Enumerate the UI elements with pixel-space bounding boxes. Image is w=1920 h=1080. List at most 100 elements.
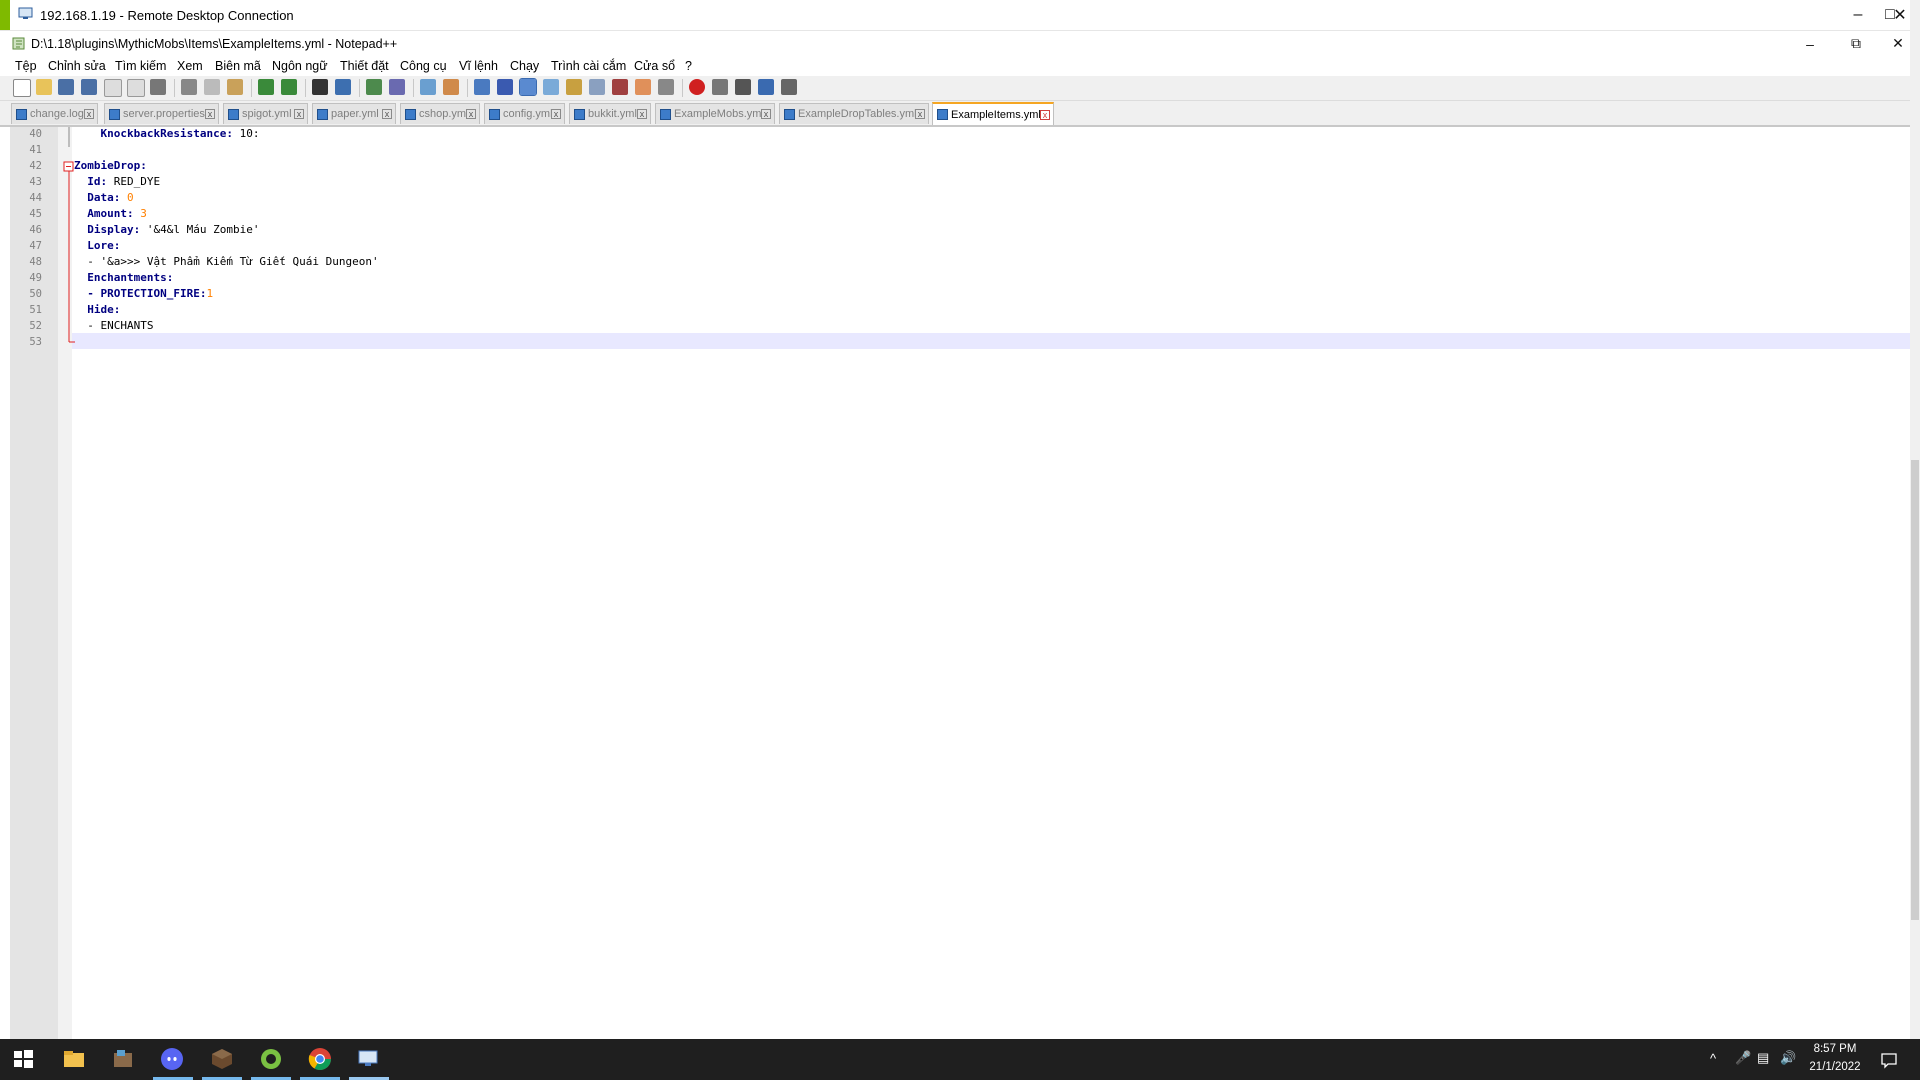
show-all-chars-icon[interactable] bbox=[497, 79, 513, 95]
close-tab-icon[interactable]: x bbox=[761, 109, 771, 119]
discord-icon[interactable] bbox=[160, 1047, 184, 1071]
menu-edit[interactable]: Chỉnh sửa bbox=[48, 59, 106, 73]
redo-icon[interactable] bbox=[281, 79, 297, 95]
clock-date[interactable]: 21/1/2022 bbox=[1800, 1061, 1870, 1073]
copy-icon[interactable] bbox=[204, 79, 220, 95]
close-tab-icon[interactable]: x bbox=[382, 109, 392, 119]
code-line[interactable]: Lore: bbox=[74, 239, 120, 252]
code-line[interactable]: - ENCHANTS bbox=[74, 319, 153, 332]
close-tab-icon[interactable]: x bbox=[637, 109, 647, 119]
code-line[interactable]: ZombieDrop: bbox=[74, 159, 147, 172]
scrollbar-thumb[interactable] bbox=[1911, 460, 1919, 920]
microphone-icon[interactable]: 🎤 bbox=[1735, 1050, 1751, 1066]
code-line[interactable]: - '&a>>> Vật Phẩm Kiếm Từ Giết Quái Dung… bbox=[74, 255, 378, 268]
tab-example-items[interactable]: ExampleItems.yml x bbox=[932, 102, 1054, 125]
close-tab-icon[interactable]: x bbox=[466, 109, 476, 119]
menu-window[interactable]: Cửa sổ bbox=[634, 59, 675, 73]
yaml-key: ZombieDrop: bbox=[74, 159, 147, 172]
line-number: 45 bbox=[29, 208, 42, 220]
clock-time[interactable]: 8:57 PM bbox=[1800, 1043, 1870, 1055]
save-all-icon[interactable] bbox=[81, 79, 97, 95]
code-line[interactable]: Id: RED_DYE bbox=[74, 175, 160, 188]
doc-map-icon[interactable] bbox=[566, 79, 582, 95]
sync-horizontal-icon[interactable] bbox=[443, 79, 459, 95]
new-file-icon[interactable] bbox=[13, 79, 31, 97]
doc-list-icon[interactable] bbox=[589, 79, 605, 95]
code-line[interactable]: Hide: bbox=[74, 303, 120, 316]
file-icon bbox=[16, 108, 27, 120]
folder-workspace-icon[interactable] bbox=[635, 79, 651, 95]
menu-help[interactable]: ? bbox=[685, 59, 692, 73]
paste-icon[interactable] bbox=[227, 79, 243, 95]
npp-minimize-button[interactable]: – bbox=[1787, 31, 1833, 56]
tab-cshop[interactable]: cshop.yml x bbox=[400, 103, 480, 124]
code-line[interactable]: Amount: 3 bbox=[74, 207, 147, 220]
close-tab-icon[interactable]: x bbox=[84, 109, 94, 119]
menu-view[interactable]: Xem bbox=[177, 59, 203, 73]
notification-icon[interactable] bbox=[1880, 1051, 1898, 1069]
code-line[interactable]: - PROTECTION_FIRE:1 bbox=[74, 287, 213, 300]
start-icon[interactable] bbox=[11, 1047, 35, 1071]
volume-icon[interactable]: 🔊 bbox=[1780, 1050, 1796, 1066]
cut-icon[interactable] bbox=[181, 79, 197, 95]
undo-icon[interactable] bbox=[258, 79, 274, 95]
network-icon[interactable]: ▤ bbox=[1757, 1050, 1769, 1066]
close-file-icon[interactable] bbox=[104, 79, 122, 97]
tab-example-drop-tables[interactable]: ExampleDropTables.yml x bbox=[779, 103, 929, 124]
menu-file[interactable]: Tệp bbox=[15, 59, 37, 73]
remote-desktop-icon[interactable] bbox=[357, 1047, 381, 1071]
run-macro-multiple-icon[interactable] bbox=[758, 79, 774, 95]
code-line[interactable]: Enchantments: bbox=[74, 271, 173, 284]
chrome-icon[interactable] bbox=[308, 1047, 332, 1071]
menu-language[interactable]: Ngôn ngữ bbox=[272, 59, 328, 73]
record-macro-icon[interactable] bbox=[689, 79, 705, 95]
npp-titlebar: D:\1.18\plugins\MythicMobs\Items\Example… bbox=[0, 31, 1920, 56]
indent-guide-icon[interactable] bbox=[519, 78, 537, 96]
tab-example-mobs[interactable]: ExampleMobs.yml x bbox=[655, 103, 775, 124]
menu-tools[interactable]: Công cụ bbox=[400, 59, 447, 73]
replace-icon[interactable] bbox=[335, 79, 351, 95]
zoom-out-icon[interactable] bbox=[389, 79, 405, 95]
find-icon[interactable] bbox=[312, 79, 328, 95]
function-list-icon[interactable] bbox=[612, 79, 628, 95]
menu-macro[interactable]: Vĩ lệnh bbox=[459, 59, 498, 73]
user-defined-lang-icon[interactable] bbox=[543, 79, 559, 95]
minecraft-server-icon[interactable] bbox=[111, 1047, 135, 1071]
tab-config[interactable]: config.yml x bbox=[484, 103, 565, 124]
print-icon[interactable] bbox=[150, 79, 166, 95]
menu-settings[interactable]: Thiết đặt bbox=[340, 59, 389, 73]
close-tab-icon[interactable]: x bbox=[294, 109, 304, 119]
close-tab-icon[interactable]: x bbox=[915, 109, 925, 119]
close-tab-icon[interactable]: x bbox=[1040, 109, 1050, 120]
play-macro-icon[interactable] bbox=[735, 79, 751, 95]
menu-encoding[interactable]: Biên mã bbox=[215, 59, 261, 73]
save-icon[interactable] bbox=[58, 79, 74, 95]
zoom-in-icon[interactable] bbox=[366, 79, 382, 95]
close-all-icon[interactable] bbox=[127, 79, 145, 97]
tab-paper[interactable]: paper.yml x bbox=[312, 103, 396, 124]
code-line[interactable]: Data: 0 bbox=[74, 191, 133, 204]
save-macro-icon[interactable] bbox=[781, 79, 797, 95]
editor-area[interactable]: 40 KnockbackResistance: 10: 41 42 ZombieDro… bbox=[10, 127, 1910, 1039]
tray-overflow-icon[interactable]: ^ bbox=[1710, 1051, 1716, 1066]
menu-plugins[interactable]: Trình cài cắm bbox=[551, 59, 626, 73]
npp-restore-button[interactable]: ⧉ bbox=[1833, 31, 1879, 56]
sync-vertical-icon[interactable] bbox=[420, 79, 436, 95]
minecraft-icon[interactable] bbox=[210, 1047, 234, 1071]
app-icon[interactable] bbox=[259, 1047, 283, 1071]
stop-macro-icon[interactable] bbox=[712, 79, 728, 95]
file-explorer-icon[interactable] bbox=[62, 1047, 86, 1071]
menu-search[interactable]: Tìm kiếm bbox=[115, 59, 166, 73]
tab-bukkit[interactable]: bukkit.yml x bbox=[569, 103, 651, 124]
close-tab-icon[interactable]: x bbox=[551, 109, 561, 119]
menu-run[interactable]: Chạy bbox=[510, 59, 539, 73]
monitoring-icon[interactable] bbox=[658, 79, 674, 95]
code-line[interactable]: KnockbackResistance: 10: bbox=[74, 127, 259, 140]
tab-spigot[interactable]: spigot.yml x bbox=[223, 103, 308, 124]
tab-server-properties[interactable]: server.properties x bbox=[104, 103, 219, 124]
code-line[interactable]: Display: '&4&l Máu Zombie' bbox=[74, 223, 259, 236]
close-tab-icon[interactable]: x bbox=[205, 109, 215, 119]
word-wrap-icon[interactable] bbox=[474, 79, 490, 95]
open-file-icon[interactable] bbox=[36, 79, 52, 95]
tab-change-log[interactable]: change.log x bbox=[11, 103, 98, 124]
